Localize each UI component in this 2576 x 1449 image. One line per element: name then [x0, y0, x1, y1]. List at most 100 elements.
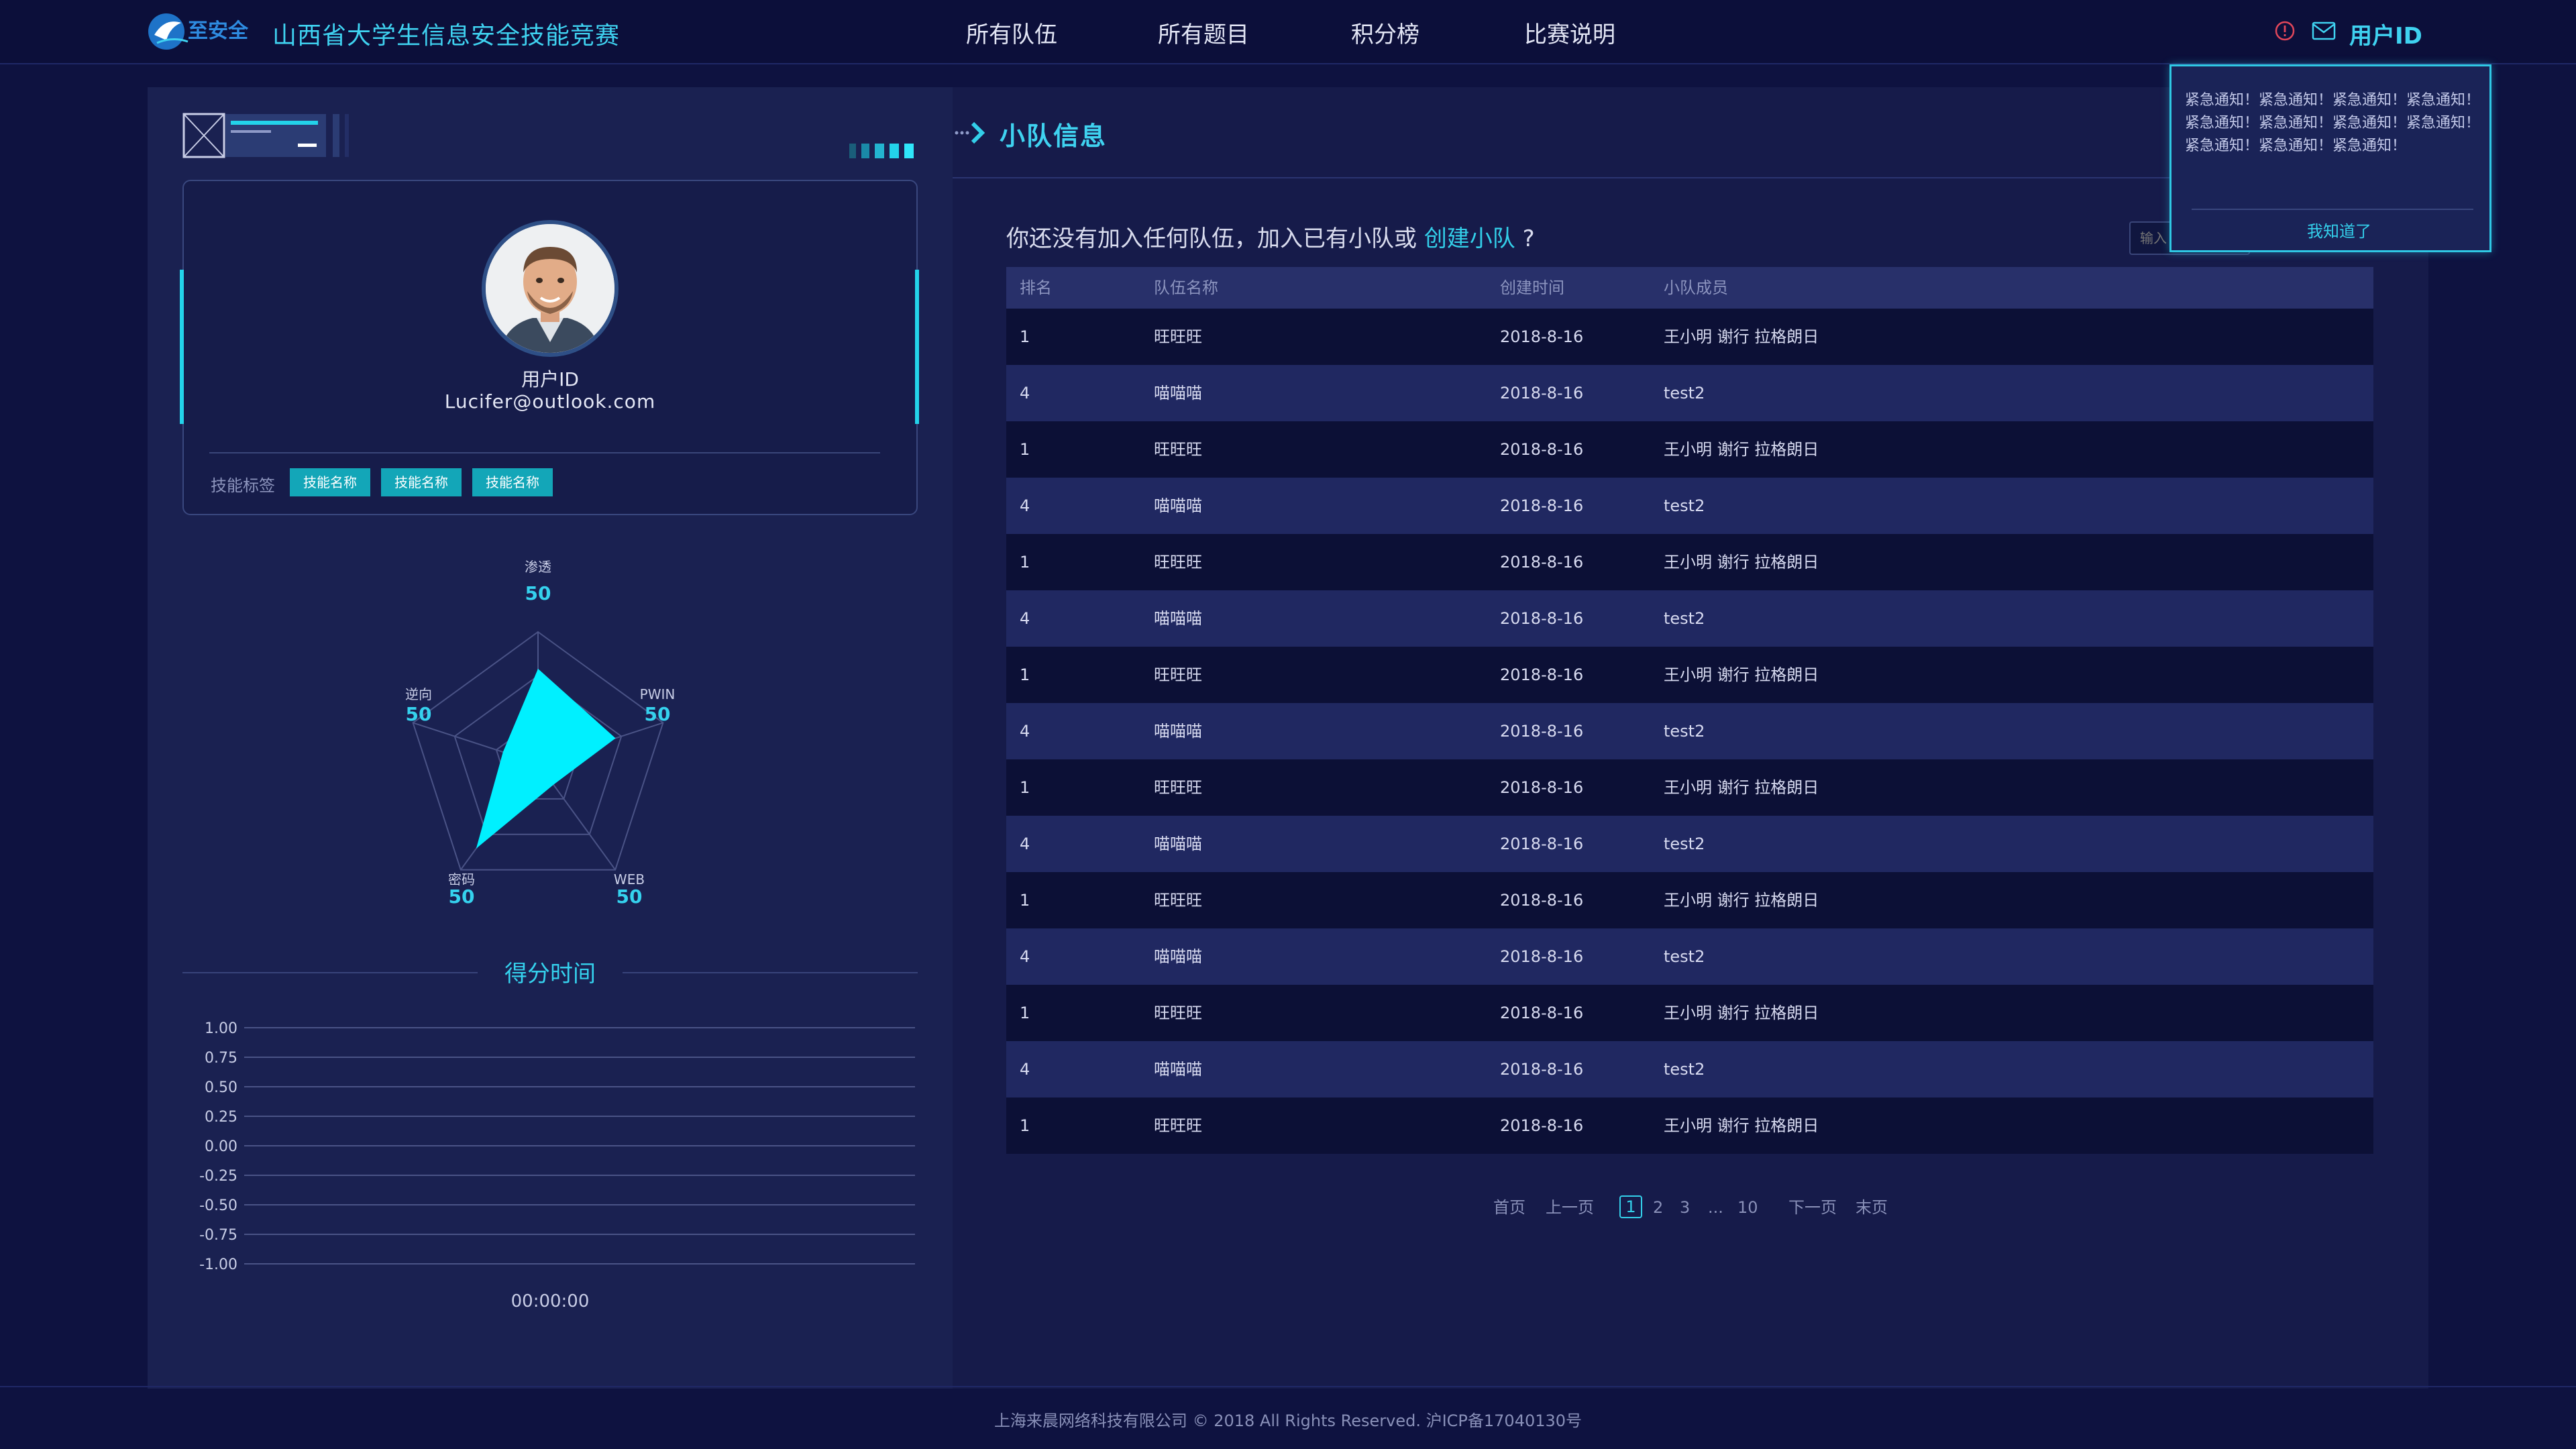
y-tick-label: -0.75	[199, 1227, 237, 1244]
nav-scoreboard[interactable]: 积分榜	[1351, 16, 1419, 49]
cell-created: 2018-8-16	[1500, 778, 1584, 797]
user-email: Lucifer@outlook.com	[444, 390, 656, 413]
column-header-rank: 排名	[1020, 278, 1052, 297]
cell-team-name: 喵喵喵	[1154, 384, 1202, 402]
cell-created: 2018-8-16	[1500, 665, 1584, 684]
table-row[interactable]: 1 旺旺旺 2018-8-16 王小明 谢行 拉格朗日	[1006, 421, 2373, 478]
page-prev-button[interactable]: 上一页	[1546, 1195, 1594, 1220]
cell-created: 2018-8-16	[1500, 835, 1584, 853]
chevron-right-icon	[955, 121, 985, 144]
cell-members: 王小明 谢行 拉格朗日	[1664, 778, 1819, 797]
cell-created: 2018-8-16	[1500, 384, 1584, 402]
prompt-suffix: ?	[1522, 225, 1535, 252]
pagination: 首页 上一页 1 2 3 ... 10 下一页 末页	[0, 1195, 2576, 1220]
cell-rank: 1	[1020, 665, 1030, 684]
top-header: 至安全 山西省大学生信息安全技能竞赛 所有队伍 所有题目 积分榜 比赛说明 用户…	[0, 0, 2576, 64]
table-row[interactable]: 4 喵喵喵 2018-8-16 test2	[1006, 478, 2373, 534]
table-row[interactable]: 4 喵喵喵 2018-8-16 test2	[1006, 1041, 2373, 1097]
avatar[interactable]	[482, 220, 619, 357]
page-number-button[interactable]: 10	[1737, 1195, 1758, 1220]
user-menu[interactable]: 用户ID	[2349, 17, 2422, 50]
nav-all-challenges[interactable]: 所有题目	[1158, 16, 1249, 49]
cell-created: 2018-8-16	[1500, 722, 1584, 741]
score-title-line-right	[623, 972, 918, 973]
cell-team-name: 旺旺旺	[1154, 440, 1202, 459]
cell-rank: 1	[1020, 1116, 1030, 1135]
table-row[interactable]: 1 旺旺旺 2018-8-16 王小明 谢行 拉格朗日	[1006, 309, 2373, 365]
radar-axis-label: 渗透	[525, 559, 551, 575]
radar-axis-value: 50	[645, 703, 671, 725]
nav-all-teams[interactable]: 所有队伍	[966, 16, 1057, 49]
cell-team-name: 旺旺旺	[1154, 553, 1202, 572]
y-tick-label: -0.25	[199, 1168, 237, 1185]
score-time-chart: 1.000.750.500.250.00-0.25-0.50-0.75-1.00…	[199, 1020, 915, 1311]
table-row[interactable]: 4 喵喵喵 2018-8-16 test2	[1006, 816, 2373, 872]
user-id-label: 用户ID	[521, 368, 579, 390]
notification-popup: 紧急通知！紧急通知！紧急通知！紧急通知！紧急通知！紧急通知！紧急通知！紧急通知！…	[2169, 64, 2491, 252]
cell-rank: 1	[1020, 440, 1030, 459]
page-number-button[interactable]: 3	[1680, 1195, 1690, 1220]
logo-icon[interactable]: 至安全	[146, 9, 256, 54]
radar-axis-value: 50	[616, 885, 643, 908]
cell-created: 2018-8-16	[1500, 327, 1584, 346]
section-header-line	[953, 177, 2174, 178]
table-row[interactable]: 1 旺旺旺 2018-8-16 王小明 谢行 拉格朗日	[1006, 759, 2373, 816]
notification-text: 紧急通知！紧急通知！紧急通知！紧急通知！紧急通知！紧急通知！紧急通知！紧急通知！…	[2185, 92, 2481, 154]
section-title: 小队信息	[1000, 121, 1108, 151]
table-row[interactable]: 1 旺旺旺 2018-8-16 王小明 谢行 拉格朗日	[1006, 985, 2373, 1041]
team-table: 排名 队伍名称 创建时间 小队成员 1 旺旺旺 2018-8-16 王小明 谢行 拉格…	[1006, 267, 2373, 1154]
cell-team-name: 旺旺旺	[1154, 1116, 1202, 1135]
cell-rank: 1	[1020, 891, 1030, 910]
cell-members: test2	[1664, 835, 1705, 853]
skill-tag[interactable]: 技能名称	[290, 468, 370, 496]
notification-divider	[2192, 209, 2473, 210]
cell-rank: 4	[1020, 722, 1030, 741]
cell-rank: 4	[1020, 947, 1030, 966]
card-accent-left	[180, 270, 184, 424]
skill-radar-chart: 渗透50PWIN50WEB50密码50逆向50	[405, 559, 676, 908]
cell-created: 2018-8-16	[1500, 1004, 1584, 1022]
alert-circle-icon[interactable]	[2274, 20, 2296, 42]
logo-text: 至安全	[188, 19, 249, 43]
cell-rank: 1	[1020, 1004, 1030, 1022]
table-row[interactable]: 1 旺旺旺 2018-8-16 王小明 谢行 拉格朗日	[1006, 872, 2373, 928]
table-row[interactable]: 4 喵喵喵 2018-8-16 test2	[1006, 928, 2373, 985]
page-last-button[interactable]: 末页	[1856, 1195, 1888, 1220]
skill-tag[interactable]: 技能名称	[472, 468, 553, 496]
cell-rank: 4	[1020, 835, 1030, 853]
column-header-created: 创建时间	[1500, 278, 1564, 297]
table-row[interactable]: 4 喵喵喵 2018-8-16 test2	[1006, 365, 2373, 421]
cell-team-name: 旺旺旺	[1154, 891, 1202, 910]
cell-created: 2018-8-16	[1500, 1060, 1584, 1079]
y-tick-label: 1.00	[205, 1020, 237, 1037]
table-row[interactable]: 1 旺旺旺 2018-8-16 王小明 谢行 拉格朗日	[1006, 647, 2373, 703]
radar-axis-label: PWIN	[640, 686, 676, 702]
cell-team-name: 喵喵喵	[1154, 496, 1202, 515]
column-header-team-name: 队伍名称	[1154, 278, 1218, 297]
radar-axis-value: 50	[406, 703, 432, 725]
page-number-button[interactable]: 2	[1653, 1195, 1663, 1220]
skill-tag[interactable]: 技能名称	[381, 468, 462, 496]
y-tick-label: 0.75	[205, 1050, 237, 1067]
page-first-button[interactable]: 首页	[1493, 1195, 1525, 1220]
table-row[interactable]: 1 旺旺旺 2018-8-16 王小明 谢行 拉格朗日	[1006, 1097, 2373, 1154]
mail-icon[interactable]	[2312, 21, 2336, 40]
page-current-button[interactable]: 1	[1619, 1195, 1642, 1218]
page-next-button[interactable]: 下一页	[1788, 1195, 1837, 1220]
cell-created: 2018-8-16	[1500, 440, 1584, 459]
table-row[interactable]: 4 喵喵喵 2018-8-16 test2	[1006, 703, 2373, 759]
create-team-link[interactable]: 创建小队	[1424, 225, 1515, 252]
radar-axis-value: 50	[525, 582, 551, 604]
card-divider	[209, 452, 880, 453]
cell-team-name: 喵喵喵	[1154, 1060, 1202, 1079]
acknowledge-button[interactable]: 我知道了	[2299, 218, 2379, 241]
cell-rank: 1	[1020, 778, 1030, 797]
y-tick-label: -1.00	[199, 1256, 237, 1273]
nav-rules[interactable]: 比赛说明	[1524, 16, 1615, 49]
cell-created: 2018-8-16	[1500, 609, 1584, 628]
skill-tags-label: 技能标签	[211, 476, 275, 495]
cell-created: 2018-8-16	[1500, 553, 1584, 572]
table-row[interactable]: 1 旺旺旺 2018-8-16 王小明 谢行 拉格朗日	[1006, 534, 2373, 590]
site-title: 山西省大学生信息安全技能竞赛	[272, 22, 621, 50]
table-row[interactable]: 4 喵喵喵 2018-8-16 test2	[1006, 590, 2373, 647]
